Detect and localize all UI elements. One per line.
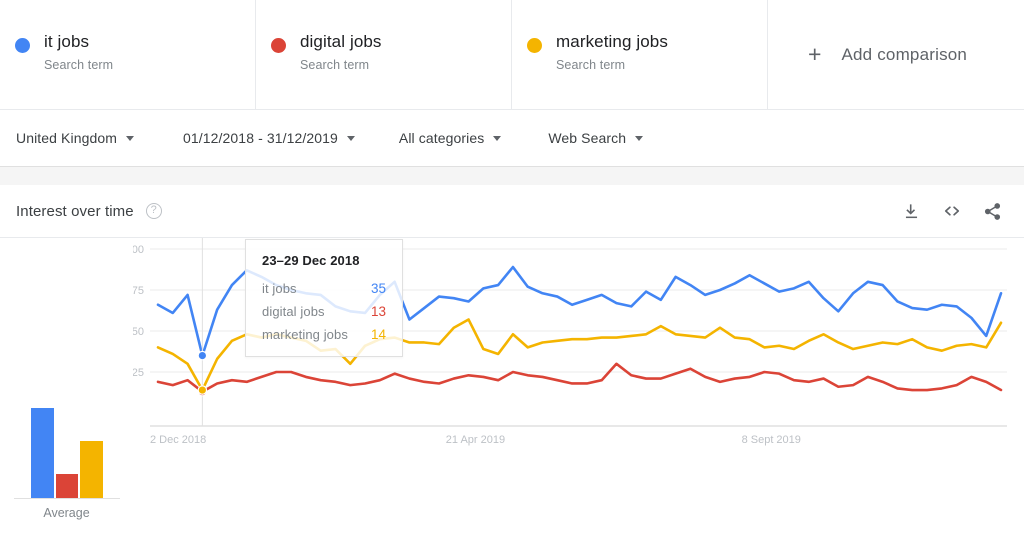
filter-time-range[interactable]: 01/12/2018 - 31/12/2019 [183,130,355,146]
add-comparison-button[interactable]: + Add comparison [768,0,1024,109]
tooltip-term-value: 35 [370,281,386,296]
term-color-dot [15,38,30,53]
filter-geo-label: United Kingdom [16,130,118,146]
average-label: Average [43,506,90,520]
y-axis-tick-label: 25 [133,367,144,379]
tooltip-row-digital-jobs: digital jobs 13 [262,304,386,319]
x-axis-tick-label: 8 Sept 2019 [742,434,801,446]
tooltip-term-value: 14 [370,327,386,342]
help-icon[interactable]: ? [145,203,162,219]
y-axis-tick-label: 50 [133,326,144,338]
chevron-down-icon [493,135,502,141]
add-comparison-label: Add comparison [841,44,968,64]
chevron-down-icon [126,135,135,141]
term-color-dot [527,38,542,53]
tooltip-term-value: 13 [370,304,386,319]
average-bars [31,373,104,498]
average-baseline [14,497,120,499]
embed-icon[interactable] [942,201,962,221]
tooltip-term-label: marketing jobs [262,327,348,342]
download-icon[interactable] [902,202,921,221]
term-type: Search term [300,58,370,72]
tooltip-date: 23–29 Dec 2018 [262,253,360,268]
term-card-2[interactable]: marketing jobs Search term [512,0,768,109]
term-color-dot [271,38,286,53]
search-terms-bar: it jobs Search term digital jobs Search … [0,0,1024,110]
data-point-marker [197,385,208,395]
interest-over-time-card: Interest over time ? Average 25 50 75 00… [0,185,1024,539]
tooltip-row-it-jobs: it jobs 35 [262,281,386,296]
average-bar-digital-jobs [55,474,79,498]
chevron-down-icon [635,135,644,141]
card-actions [902,201,1002,221]
tooltip-row-marketing-jobs: marketing jobs 14 [262,327,386,342]
filter-time-label: 01/12/2018 - 31/12/2019 [183,130,338,146]
filter-category[interactable]: All categories [398,130,502,146]
x-axis-tick-label: 21 Apr 2019 [446,434,505,446]
term-label: marketing jobs [556,32,668,51]
data-point-marker [197,350,208,361]
chart-tooltip: 23–29 Dec 2018 it jobs 35 digital jobs 1… [245,239,403,357]
y-axis-tick-label: 75 [133,285,144,297]
filter-search-type[interactable]: Web Search [548,130,644,146]
term-label: it jobs [44,32,90,51]
plus-icon: + [808,41,822,67]
time-series-plot: 25 50 75 100 2 Dec 2018 21 Apr 2019 8 Sept 201… [133,238,1024,538]
filter-geo[interactable]: United Kingdom [16,130,135,146]
average-bar-marketing-jobs [80,440,104,498]
chevron-down-icon [346,135,355,141]
term-card-1[interactable]: digital jobs Search term [256,0,512,109]
filter-bar: United Kingdom 01/12/2018 - 31/12/2019 A… [0,110,1024,167]
x-axis-tick-label: 2 Dec 2018 [150,434,206,446]
filter-search-type-label: Web Search [548,130,627,146]
average-bar-it-jobs [31,408,54,498]
chart-body: Average 25 50 75 100 2 Dec 2018 21 Apr 2019 8 … [0,238,1024,538]
filter-category-label: All categories [398,130,485,146]
term-type: Search term [44,58,114,72]
average-bar-chart: Average [0,238,133,538]
y-axis-tick-label: 100 [133,244,144,256]
term-label: digital jobs [300,32,382,51]
card-header: Interest over time ? [0,185,1024,238]
term-type: Search term [556,58,626,72]
section-divider [0,167,1024,185]
page-title: Interest over time [16,202,134,220]
series-line-digital-jobs [156,362,1003,393]
term-card-0[interactable]: it jobs Search term [0,0,256,109]
tooltip-term-label: it jobs [262,281,297,296]
tooltip-term-label: digital jobs [262,304,325,319]
share-icon[interactable] [983,202,1002,221]
